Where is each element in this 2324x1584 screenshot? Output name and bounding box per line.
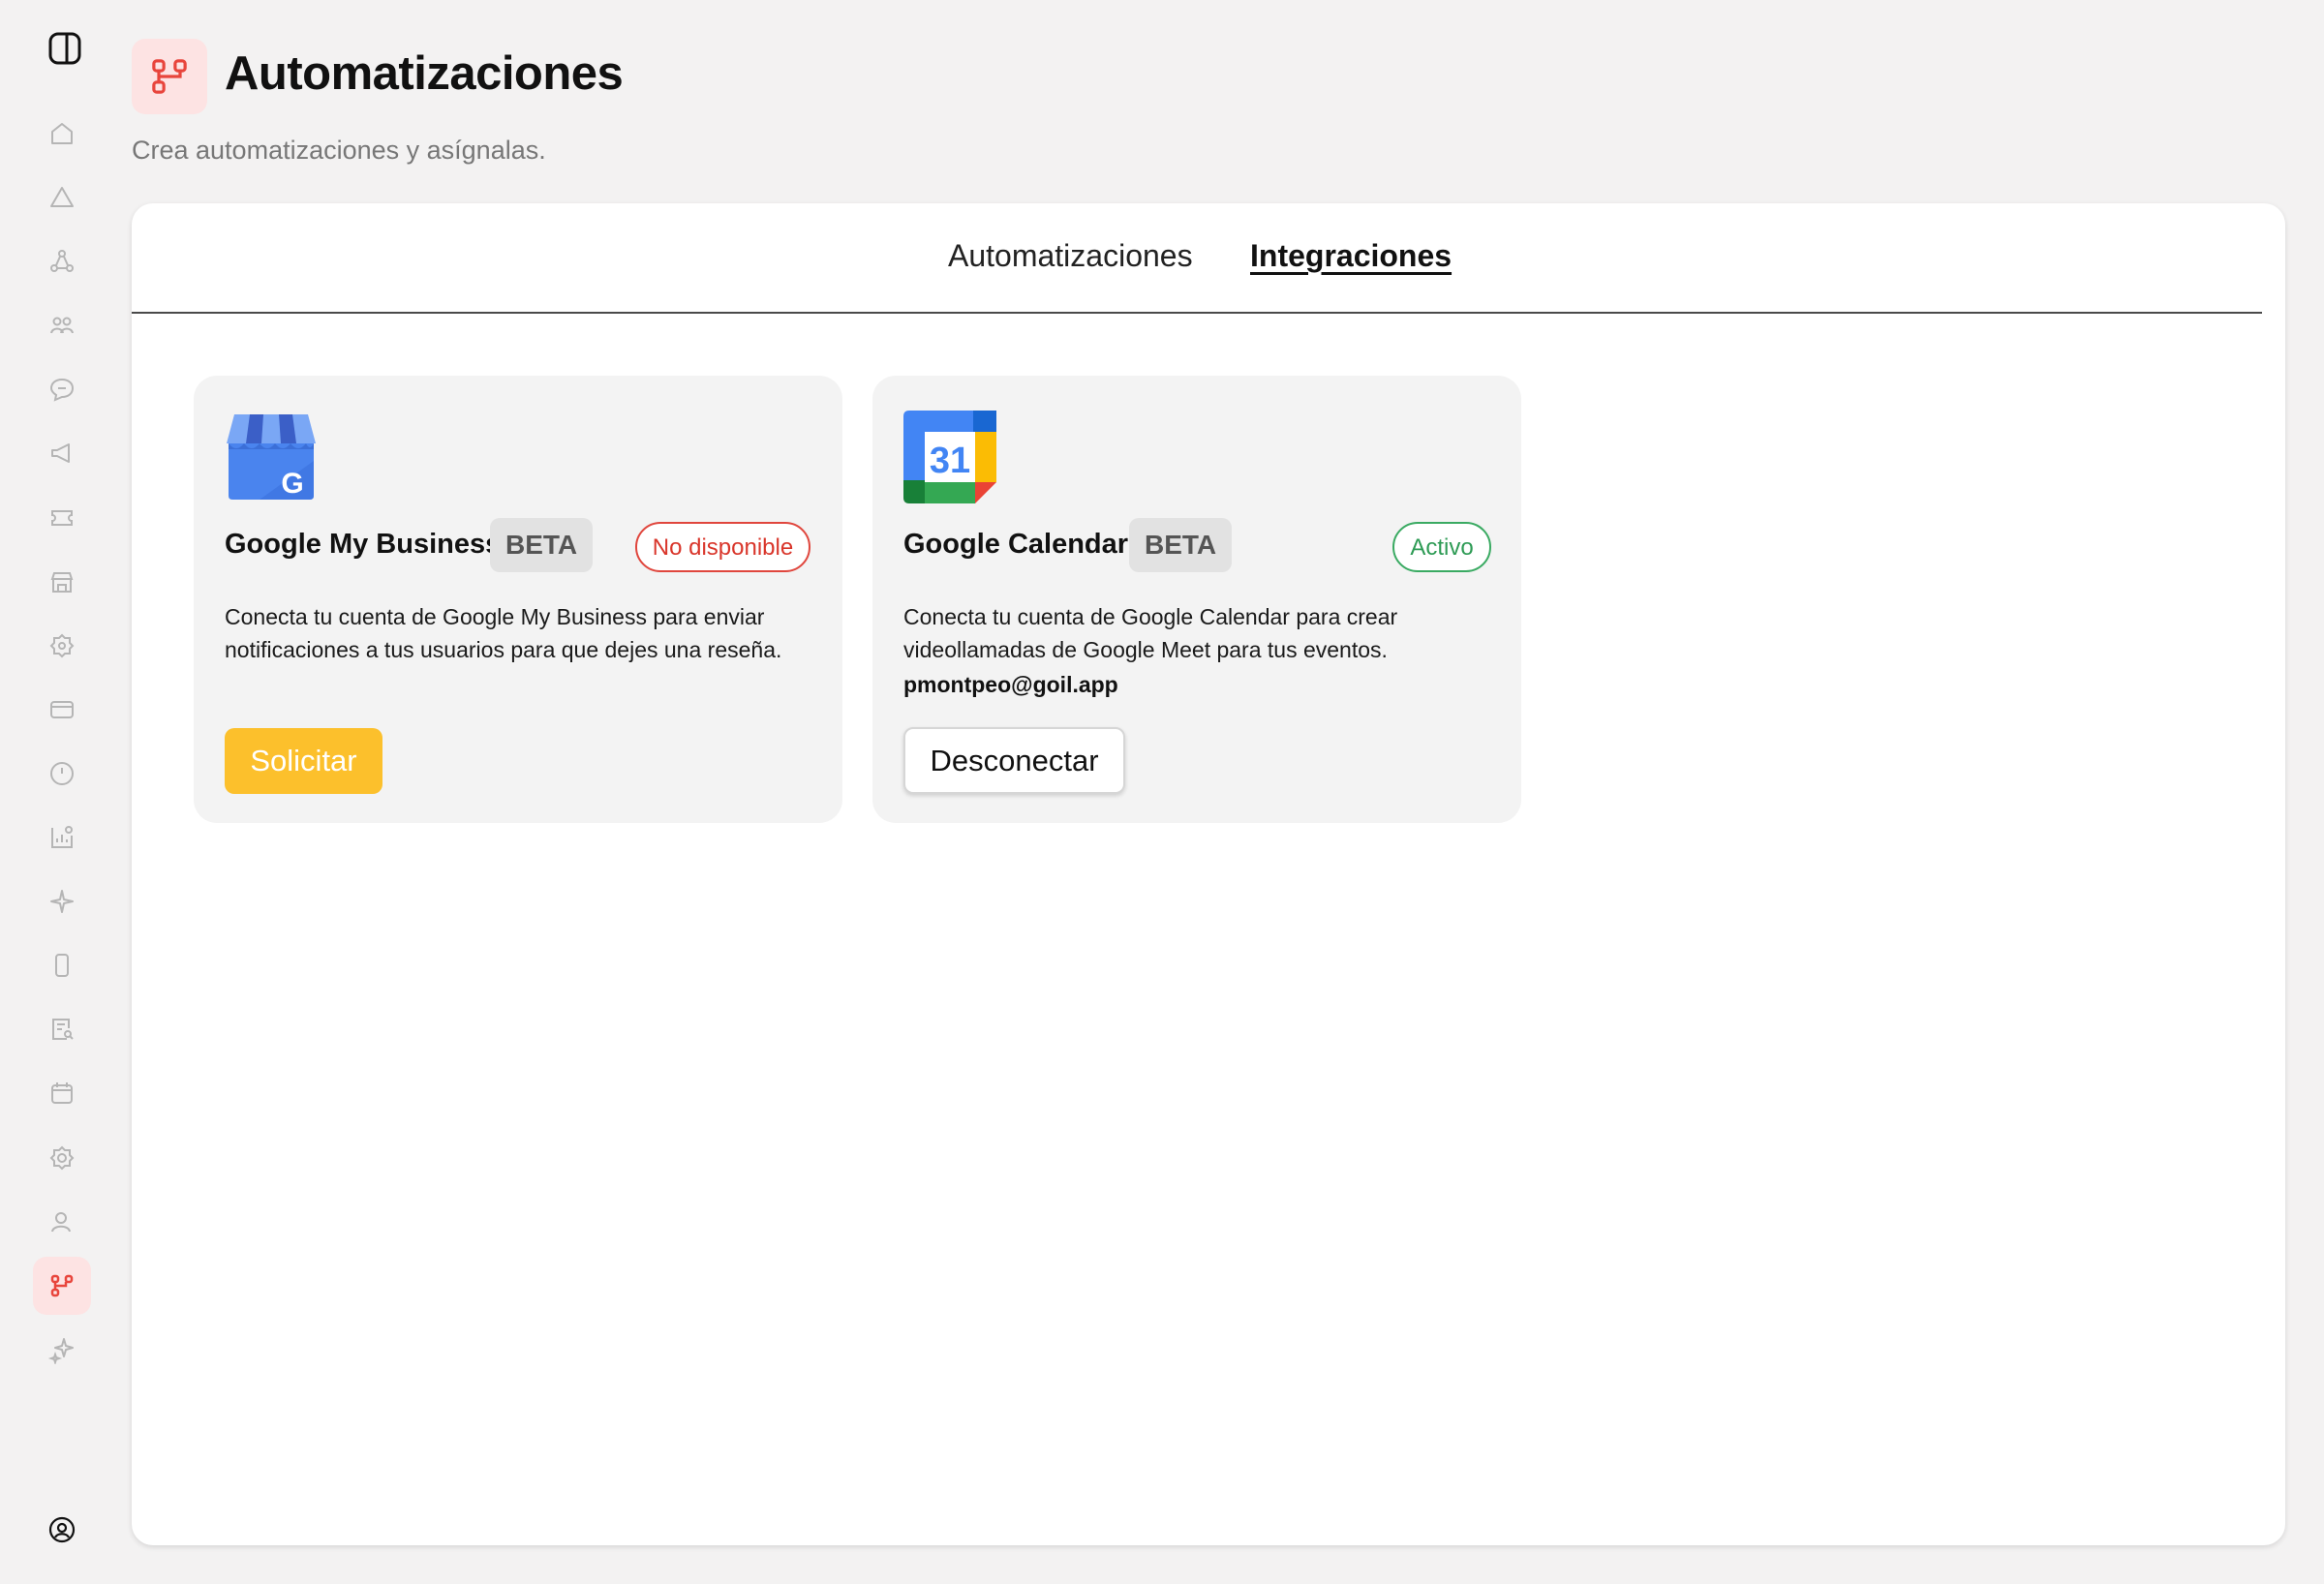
gear-icon	[49, 1145, 75, 1170]
tab-integraciones[interactable]: Integraciones	[1250, 238, 1452, 274]
sparkles-icon	[47, 1337, 74, 1364]
card-icon	[50, 700, 74, 718]
desconectar-button[interactable]: Desconectar	[903, 727, 1125, 794]
main-panel: Automatizaciones Integraciones G Google …	[132, 203, 2285, 1545]
integration-name: Google Calendar	[903, 529, 1129, 560]
google-my-business-icon: G	[227, 414, 316, 500]
sidebar-item-magic[interactable]	[33, 1321, 91, 1379]
sidebar-item-home[interactable]	[33, 105, 91, 163]
sidebar-item-calendar[interactable]	[33, 1064, 91, 1122]
beta-badge: BETA	[1129, 518, 1233, 572]
analytics-icon	[51, 826, 73, 849]
page-subtitle: Crea automatizaciones y asígnalas.	[132, 136, 546, 165]
page-title: Automatizaciones	[225, 47, 624, 100]
sidebar-item-payments[interactable]	[33, 681, 91, 739]
connected-account-email: pmontpeo@goil.app	[903, 672, 1118, 697]
calendar-icon	[51, 1082, 73, 1105]
integration-card-google-my-business: G Google My Business BETA No disponible …	[194, 376, 842, 823]
sidebar-item-alerts[interactable]	[33, 168, 91, 227]
calendar-day-number: 31	[930, 441, 970, 481]
integration-name: Google My Business	[225, 529, 502, 560]
page-header-icon	[132, 39, 207, 114]
user-icon	[51, 1211, 71, 1232]
beta-badge: BETA	[490, 518, 594, 572]
profile-avatar-icon[interactable]	[46, 1513, 78, 1546]
sidebar-item-forms[interactable]	[33, 1000, 91, 1058]
integration-description: Conecta tu cuenta de Google Calendar par…	[903, 604, 1398, 662]
svg-text:G: G	[281, 468, 303, 500]
solicitar-button[interactable]: Solicitar	[225, 728, 382, 794]
sidebar-item-analytics[interactable]	[33, 808, 91, 867]
sidebar-item-app[interactable]	[33, 936, 91, 994]
status-badge: Activo	[1392, 522, 1491, 572]
phone-icon	[55, 954, 69, 978]
sidebar-item-chat[interactable]	[33, 360, 91, 418]
sidebar-item-team[interactable]	[33, 1193, 91, 1251]
sidebar-nav	[33, 105, 91, 1385]
automation-icon	[152, 59, 187, 94]
google-calendar-icon: 31	[903, 411, 996, 503]
integration-description: Conecta tu cuenta de Google My Business …	[225, 604, 782, 662]
network-icon	[50, 250, 74, 273]
sidebar-item-automations[interactable]	[33, 1256, 91, 1315]
ticket-icon	[51, 509, 73, 526]
sidebar-item-settings[interactable]	[33, 1129, 91, 1187]
sidebar-item-users[interactable]	[33, 296, 91, 354]
settings-badge-icon	[49, 633, 75, 658]
sidebar	[0, 0, 124, 1584]
tab-automatizaciones[interactable]: Automatizaciones	[948, 238, 1193, 274]
sidebar-item-ai[interactable]	[33, 872, 91, 930]
store-icon	[50, 571, 74, 593]
chat-icon	[49, 379, 75, 403]
automation-icon	[50, 1274, 74, 1296]
tab-bar: Automatizaciones Integraciones	[132, 203, 2262, 314]
status-badge: No disponible	[635, 522, 810, 572]
clock-icon	[50, 761, 74, 785]
users-icon	[50, 317, 74, 334]
sidebar-item-tickets[interactable]	[33, 489, 91, 547]
sidebar-item-badge-settings[interactable]	[33, 617, 91, 675]
sidebar-item-history[interactable]	[33, 745, 91, 803]
sidebar-item-campaigns[interactable]	[33, 424, 91, 482]
document-search-icon	[52, 1019, 74, 1041]
sidebar-toggle-icon[interactable]	[48, 32, 81, 65]
integration-card-google-calendar: 31 Google Calendar BETA Activo Conecta t…	[872, 376, 1521, 823]
home-icon	[51, 123, 73, 144]
alert-triangle-icon	[50, 187, 74, 208]
megaphone-icon	[51, 443, 70, 464]
sidebar-item-network[interactable]	[33, 232, 91, 290]
sparkle-icon	[50, 890, 74, 914]
sidebar-item-store[interactable]	[33, 553, 91, 611]
